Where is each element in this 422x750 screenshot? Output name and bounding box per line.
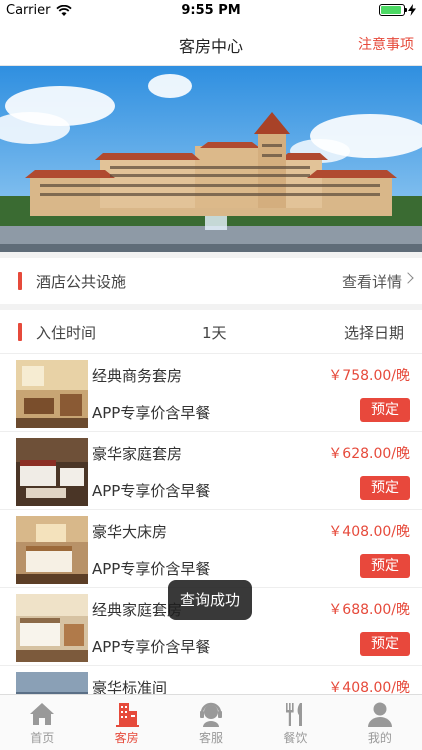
room-thumbnail [16, 516, 88, 584]
tab-dining[interactable]: 餐饮 [253, 695, 337, 750]
room-note: APP专享价含早餐 [92, 560, 211, 578]
book-button[interactable]: 预定 [360, 554, 410, 578]
list-item[interactable]: 经典商务套房 ￥758.00/晚 APP专享价含早餐 预定 [0, 354, 422, 432]
book-button[interactable]: 预定 [360, 632, 410, 656]
room-price: ￥758.00/晚 [328, 368, 410, 384]
list-item[interactable]: 豪华标准间 ￥408.00/晚 [0, 666, 422, 694]
battery-level [381, 6, 402, 14]
room-thumbnail [16, 672, 88, 694]
service-icon [200, 702, 223, 727]
section-marker [18, 323, 22, 341]
room-note: APP专享价含早餐 [92, 482, 211, 500]
select-date-button[interactable]: 选择日期 [344, 322, 404, 343]
room-name: 经典商务套房 [92, 367, 183, 385]
tab-rooms[interactable]: 客房 [84, 695, 168, 750]
room-note: APP专享价含早餐 [92, 638, 211, 656]
room-thumbnail [16, 438, 88, 506]
room-name: 豪华家庭套房 [92, 445, 183, 463]
tab-label: 我的 [367, 731, 392, 745]
hotel-icon [115, 703, 139, 727]
book-button[interactable]: 预定 [360, 398, 410, 422]
list-item[interactable]: 豪华家庭套房 ￥628.00/晚 APP专享价含早餐 预定 [0, 432, 422, 510]
room-price: ￥688.00/晚 [328, 602, 410, 618]
battery-icon [379, 4, 407, 16]
notice-button[interactable]: 注意事项 [358, 34, 414, 54]
home-icon [30, 703, 55, 725]
tab-label: 客房 [114, 731, 139, 745]
charging-icon [408, 4, 416, 16]
room-thumbnail [16, 594, 88, 662]
checkin-label: 入住时间 [36, 324, 97, 342]
tab-service[interactable]: 客服 [169, 695, 253, 750]
tab-bar: 首页 客房 客服 餐饮 我的 [0, 694, 422, 750]
tab-label: 首页 [30, 731, 55, 745]
book-button[interactable]: 预定 [360, 476, 410, 500]
toast-message: 查询成功 [168, 580, 253, 620]
room-note: APP专享价含早餐 [92, 404, 211, 422]
list-item[interactable]: 豪华大床房 ￥408.00/晚 APP专享价含早餐 预定 [0, 510, 422, 588]
room-price: ￥408.00/晚 [328, 680, 410, 694]
room-thumbnail [16, 360, 88, 428]
tab-label: 客服 [199, 731, 224, 745]
status-time: 9:55 PM [181, 3, 241, 18]
chevron-right-icon [402, 272, 414, 284]
tab-label: 餐饮 [283, 731, 308, 745]
view-details-link[interactable]: 查看详情 [342, 271, 402, 292]
room-name: 豪华标准间 [92, 679, 168, 694]
section-marker [18, 272, 22, 290]
facilities-row[interactable]: 酒店公共设施 查看详情 [0, 258, 422, 304]
room-price: ￥408.00/晚 [328, 524, 410, 540]
room-price: ￥628.00/晚 [328, 446, 410, 462]
tab-profile[interactable]: 我的 [338, 695, 422, 750]
nav-bar: 客房中心 注意事项 [0, 22, 422, 66]
stay-days: 1天 [202, 324, 227, 342]
profile-icon [367, 702, 392, 727]
room-name: 豪华大床房 [92, 523, 168, 541]
status-bar: Carrier 9:55 PM [0, 0, 422, 22]
room-list: 经典商务套房 ￥758.00/晚 APP专享价含早餐 预定 豪华家庭套房 ￥62… [0, 354, 422, 694]
checkin-row: 入住时间 1天 选择日期 [0, 310, 422, 354]
hotel-banner-image[interactable] [0, 66, 422, 252]
tab-home[interactable]: 首页 [0, 695, 84, 750]
facilities-label: 酒店公共设施 [36, 273, 127, 291]
dining-icon [286, 703, 303, 726]
